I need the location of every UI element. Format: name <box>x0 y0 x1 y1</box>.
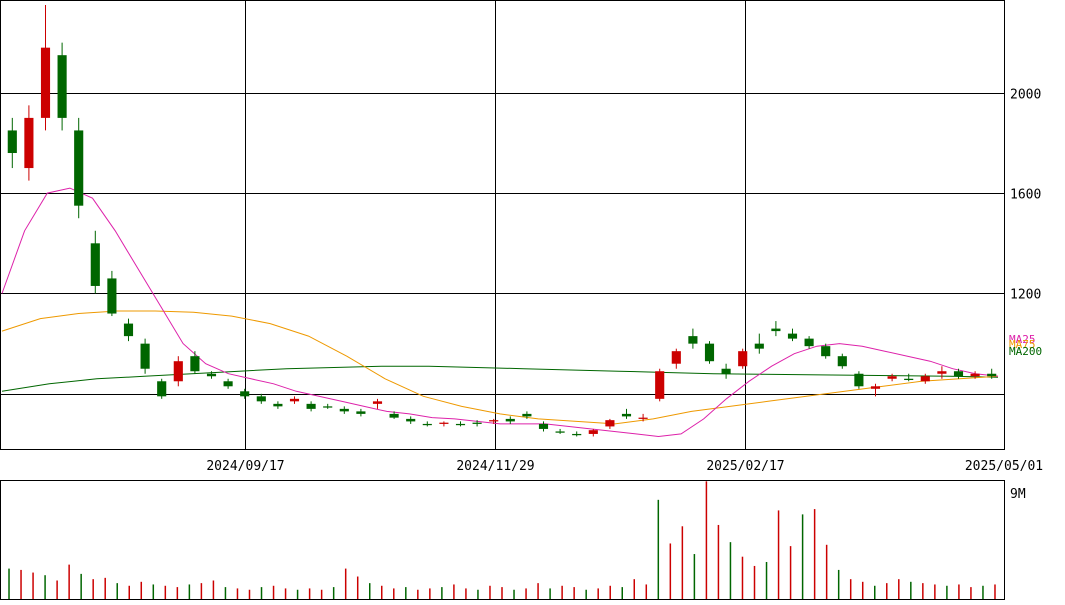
candle-body <box>273 403 283 407</box>
candle-body <box>505 418 515 422</box>
x-tick-label: 2024/09/17 <box>206 459 284 474</box>
candle-body <box>7 130 17 154</box>
y-tick-label: 1600 <box>1010 188 1041 203</box>
chart-background <box>0 0 1065 600</box>
candle-body <box>655 371 665 399</box>
candle-body <box>870 386 881 389</box>
candle-body <box>57 55 67 118</box>
candle-body <box>455 423 466 426</box>
candle-body <box>671 351 681 364</box>
candle-body <box>787 333 798 339</box>
candle-body <box>190 356 200 372</box>
candle-body <box>588 430 598 434</box>
candle-body <box>837 356 847 367</box>
candle-body <box>738 351 748 367</box>
candle-body <box>40 47 51 118</box>
candle-body <box>572 433 582 436</box>
candle-body <box>887 376 897 379</box>
candle-body <box>24 117 34 169</box>
candle-body <box>306 403 316 409</box>
candle-body <box>970 373 980 377</box>
candle-body <box>323 406 333 408</box>
x-tick-label: 2025/02/17 <box>706 459 784 474</box>
candle-body <box>821 346 831 357</box>
candle-body <box>638 417 648 419</box>
candle-body <box>987 373 997 377</box>
candle-body <box>140 343 150 369</box>
legend-label: MA200 <box>1009 345 1042 358</box>
candle-body <box>406 418 416 422</box>
candle-body <box>904 378 914 381</box>
candle-body <box>721 368 731 374</box>
candle-body <box>953 371 964 377</box>
chart-canvas: 2000 1600 1200 2024/09/17 2024/11/29 2025/02/… <box>0 0 1065 600</box>
candle-body <box>206 373 217 377</box>
candle-body <box>173 361 183 382</box>
candle-body <box>107 278 117 314</box>
candle-body <box>538 423 549 429</box>
candle-body <box>754 343 764 349</box>
candle-body <box>489 420 499 422</box>
candle-body <box>854 373 864 387</box>
candle-body <box>123 323 134 337</box>
candle-body <box>804 338 814 347</box>
x-tick-label: 2025/05/01 <box>965 459 1043 474</box>
candle-body <box>389 413 399 418</box>
candle-body <box>472 422 482 424</box>
stock-chart: 2000 1600 1200 2024/09/17 2024/11/29 2025/02/… <box>0 0 1065 600</box>
candle-body <box>621 413 632 417</box>
candle-body <box>688 336 698 344</box>
candle-body <box>74 130 84 206</box>
candle-body <box>90 243 100 286</box>
candle-body <box>555 431 565 433</box>
candle-body <box>339 408 349 412</box>
candle-body <box>605 420 615 427</box>
x-tick-label: 2024/11/29 <box>456 459 534 474</box>
candle-body <box>522 413 532 417</box>
candle-body <box>157 381 167 397</box>
y-tick-label: 1200 <box>1010 288 1041 303</box>
y-tick-label: 2000 <box>1010 88 1041 103</box>
candle-body <box>372 401 383 404</box>
candle-body <box>439 422 449 424</box>
volume-y-tick-label: 9M <box>1010 487 1026 502</box>
candle-body <box>256 396 266 402</box>
candle-body <box>920 376 930 382</box>
candle-body <box>422 423 432 426</box>
candle-body <box>704 343 715 362</box>
candle-body <box>356 411 366 414</box>
candle-body <box>289 398 300 402</box>
candle-body <box>937 371 947 374</box>
candle-body <box>771 328 781 332</box>
candle-body <box>240 391 250 397</box>
candle-body <box>223 381 233 387</box>
